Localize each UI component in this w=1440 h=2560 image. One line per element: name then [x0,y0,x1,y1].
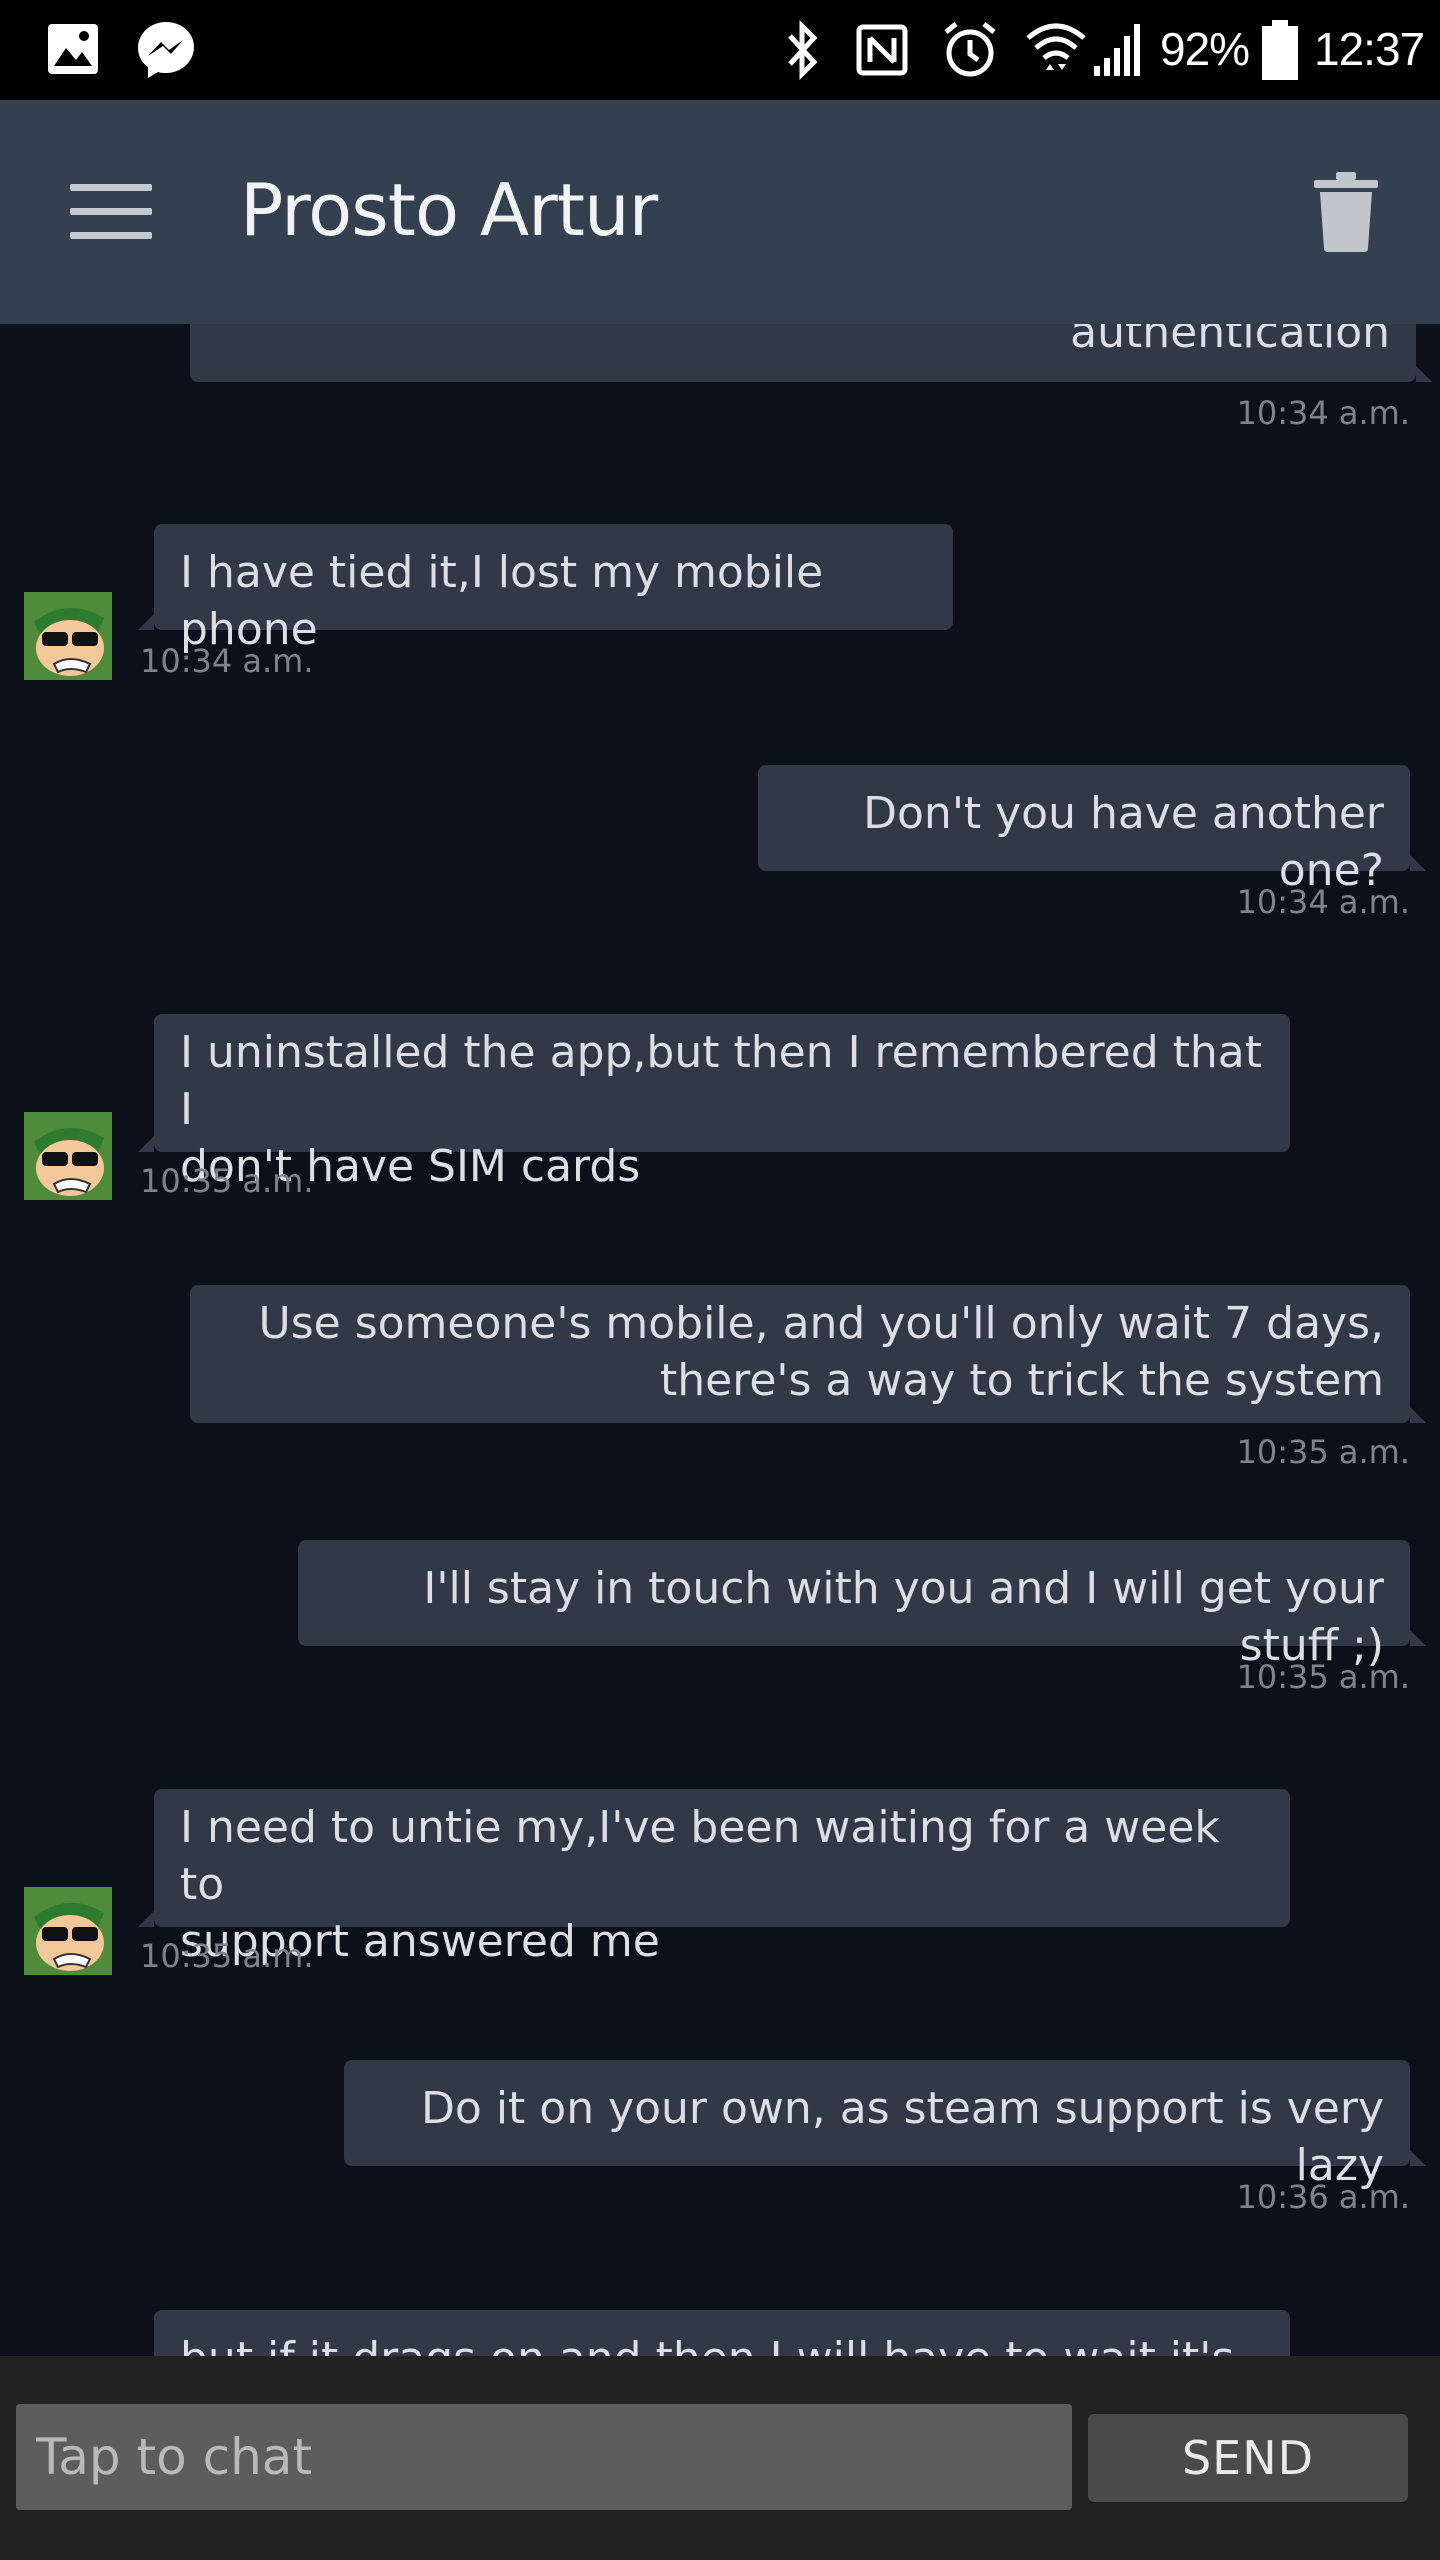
message-bubble-incoming: I need to untie my,I've been waiting for… [138,1789,1290,1967]
trash-icon[interactable] [1312,172,1380,252]
message-text: but if it drags on and then I will have … [180,2330,1264,2356]
send-button[interactable]: SEND [1088,2414,1408,2502]
message-text: Don't you have another one? [863,788,1384,896]
message-text-line: I uninstalled the app,but then I remembe… [180,1027,1262,1135]
message-timestamp: 10:35 a.m. [140,1937,314,1975]
nfc-icon [856,24,908,76]
message-text-line: support answered me [180,1916,660,1967]
message-timestamp: 10:34 a.m. [1236,883,1410,921]
battery-percent: 92% [1160,23,1250,75]
message-bubble-outgoing: Do it on your own, as steam support is v… [344,2060,1426,2191]
avatar [24,592,112,680]
battery-icon [1262,20,1298,80]
status-bar: 92% 12:37 [0,0,1440,100]
message-bubble-outgoing: I'll stay in touch with you and I will g… [298,1540,1426,1671]
message-text-line: there's a way to trick the system [660,1355,1384,1406]
message-bubble-outgoing: Use someone's mobile, and you'll only wa… [190,1285,1426,1423]
message-timestamp: 10:35 a.m. [140,1162,314,1200]
message-bubble-outgoing: Don't you have another one? [758,765,1426,896]
message-text-line: Use someone's mobile, and you'll only wa… [258,1298,1384,1349]
app-header: Prosto Artur [0,100,1440,324]
message-bubble-incoming: I uninstalled the app,but then I remembe… [138,1014,1290,1192]
alarm-icon [944,22,996,77]
message-text-line: I need to untie my,I've been waiting for… [180,1802,1220,1910]
message-timestamp: 10:35 a.m. [1236,1658,1410,1696]
message-list[interactable]: authentication 10:34 a.m. I have tied it… [0,324,1440,2356]
message-bubble-outgoing: authentication [190,324,1432,382]
message-timestamp: 10:34 a.m. [140,642,314,680]
clock: 12:37 [1314,23,1425,75]
bluetooth-icon [788,19,818,81]
message-text: I'll stay in touch with you and I will g… [423,1563,1384,1671]
signal-icon [1094,24,1140,76]
avatar [24,1112,112,1200]
avatar [24,1887,112,1975]
hamburger-menu-icon[interactable] [70,184,154,242]
message-timestamp: 10:34 a.m. [1236,394,1410,432]
wifi-icon [1026,23,1086,70]
message-bubble-incoming: I have tied it,I lost my mobile phone [138,524,953,655]
image-icon [48,24,98,74]
message-timestamp: 10:35 a.m. [1236,1433,1410,1471]
chat-input[interactable] [16,2404,1072,2510]
message-text: Do it on your own, as steam support is v… [421,2083,1384,2191]
message-composer: SEND [0,2356,1440,2560]
chat-title: Prosto Artur [240,168,658,252]
message-bubble-incoming: but if it drags on and then I will have … [154,2310,1290,2356]
message-text: authentication [1070,324,1390,358]
messenger-icon [138,22,194,78]
message-text-line: don't have SIM cards [180,1141,641,1192]
message-timestamp: 10:36 a.m. [1236,2178,1410,2216]
message-text: I have tied it,I lost my mobile phone [180,547,824,655]
